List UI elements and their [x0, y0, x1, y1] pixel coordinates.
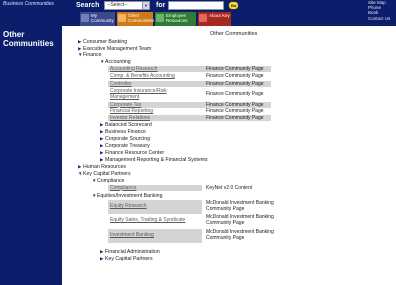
tree-item-compliance[interactable]: ▼Compliance: [92, 178, 124, 184]
tree-item-key-capital-partners-child[interactable]: ▶ Key Capital Partners: [100, 256, 153, 262]
leaf-link-equity-research[interactable]: Equity Research: [110, 203, 147, 210]
leaf-link-comp-benefits-accounting[interactable]: Comp. & Benefits Accounting: [110, 73, 175, 80]
leaf-link-financial-reporting[interactable]: Financial Reporting: [110, 108, 153, 115]
search-label: Search: [76, 2, 100, 9]
tree-label: Financial Administration: [105, 249, 160, 255]
tab-other-communities[interactable]: Other Communities: [117, 12, 155, 26]
tree-item-key-capital-partners[interactable]: ▼Key Capital Partners: [78, 171, 131, 177]
page-title: Other Communities: [210, 31, 258, 37]
tree-label: Finance: [83, 52, 102, 58]
leaf-value: Finance Community Page: [206, 91, 264, 97]
header-bar: Business Communities Search --Select-- ▼…: [0, 0, 396, 26]
tree-label: Key Capital Partners: [105, 256, 153, 262]
tree-label: Compliance: [97, 178, 125, 184]
tree-item-financial-administration[interactable]: ▶ Financial Administration: [100, 249, 160, 255]
leaf-link-investor-relations[interactable]: Investor Relations: [110, 115, 150, 122]
search-input[interactable]: [168, 1, 224, 10]
tree-label: Human Resources: [83, 164, 126, 170]
leaf-link-investment-banking[interactable]: Investment Banking: [110, 232, 154, 239]
tree-label: Corporate Treasury: [105, 143, 150, 149]
leaf-value: Finance Community Page: [206, 80, 264, 87]
for-label: for: [156, 2, 166, 9]
leaf-value: Finance Community Page: [206, 73, 264, 79]
search-category-select[interactable]: --Select-- ▼: [104, 1, 150, 10]
tree-item-executive-management-team[interactable]: ▶ Executive Management Team: [78, 46, 151, 52]
go-button[interactable]: Go: [228, 1, 239, 10]
resources-icon: [156, 14, 164, 22]
leaf-value: Finance Community Page: [206, 108, 264, 114]
tree-item-finance[interactable]: ▼Finance: [78, 52, 101, 58]
tree-item-accounting[interactable]: ▼Accounting: [100, 59, 131, 65]
tree-item-corporate-sourcing[interactable]: ▶ Corporate Sourcing: [100, 136, 150, 142]
communities-icon: [118, 14, 126, 22]
leaf-link-corporate-insurance-risk-cont[interactable]: Management: [110, 94, 139, 101]
utility-links: Site Map Phone Book Contact Us: [368, 0, 390, 21]
tree-item-management-reporting[interactable]: ▶ Management Reporting & Financial System…: [100, 157, 208, 163]
tab-about-key[interactable]: About Key: [198, 12, 231, 26]
tree-item-corporate-treasury[interactable]: ▶ Corporate Treasury: [100, 143, 150, 149]
tree-label: Key Capital Partners: [83, 171, 131, 177]
leaf-value: Finance Community Page: [206, 65, 264, 72]
tree-item-finance-resource-center[interactable]: ▶ Finance Resource Center: [100, 150, 164, 156]
leaf-link-controller[interactable]: Controller: [110, 81, 132, 88]
tree-item-business-finance[interactable]: ▶ Business Finance: [100, 129, 146, 135]
key-icon: [199, 14, 207, 22]
tab-employee-resources[interactable]: Employee Resources: [155, 12, 196, 26]
leaf-link-accounting-research[interactable]: Accounting Research: [110, 66, 158, 73]
leaf-value: Finance Community Page: [206, 114, 264, 121]
tab-label: About Key: [209, 13, 230, 18]
leaf-link-equity-sales-trading[interactable]: Equity Sales, Trading & Syndicate: [110, 217, 185, 224]
tree-item-balanced-scorecard[interactable]: ▶ Balanced Scorecard: [100, 122, 152, 128]
tree-label: Balanced Scorecard: [105, 122, 152, 128]
tree-label: Finance Resource Center: [105, 150, 165, 156]
tree-item-human-resources[interactable]: ▶ Human Resources: [78, 164, 126, 170]
tab-my-community[interactable]: My Community: [80, 12, 115, 26]
tab-label: My Community: [91, 13, 114, 23]
tree-item-consumer-banking[interactable]: ▶ Consumer Banking: [78, 39, 127, 45]
chevron-down-icon[interactable]: ▼: [142, 2, 149, 9]
sidebar: Other Communities: [0, 26, 62, 285]
tree-item-equities-investment-banking[interactable]: ▼Equities/Investment Banking: [92, 193, 162, 199]
leaf-value: KeyNet v2.0 Content: [206, 184, 253, 191]
search-select-value: --Select--: [107, 2, 128, 8]
leaf-value: Community Page: [206, 220, 245, 226]
leaf-link-compliance[interactable]: Compliance: [110, 185, 136, 192]
tree-label: Consumer Banking: [83, 39, 128, 45]
sidebar-title: Other Communities: [3, 30, 54, 48]
main-content: Other Communities ▶ Consumer Banking ▶ Exe…: [62, 26, 396, 285]
community-icon: [81, 14, 89, 22]
tree-label: Executive Management Team: [83, 45, 152, 52]
leaf-value: Community Page: [206, 205, 245, 212]
tree-label: Accounting: [105, 59, 131, 65]
brand-text: Business Communities: [3, 1, 54, 7]
tab-label: Other Communities: [128, 13, 155, 23]
tree-label: Management Reporting & Financial Systems: [105, 157, 208, 163]
tree-label: Equities/Investment Banking: [97, 193, 163, 199]
leaf-value: Community Page: [206, 234, 245, 241]
contact-us-link[interactable]: Contact Us: [368, 16, 390, 21]
tree-label: Corporate Sourcing: [105, 136, 150, 142]
tree-label: Business Finance: [105, 129, 146, 135]
tab-label: Employee Resources: [166, 13, 188, 23]
